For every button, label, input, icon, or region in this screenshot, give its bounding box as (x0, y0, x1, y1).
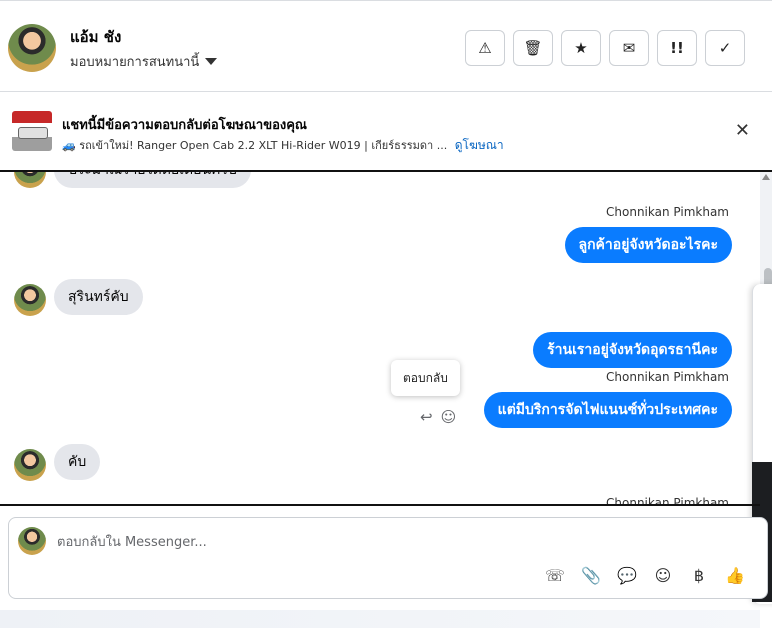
sender-name: Chonnikan Pimkham (606, 205, 729, 219)
star-icon: ★ (574, 39, 588, 57)
trash-icon: 🗑 (523, 39, 543, 57)
outgoing-message[interactable]: ลูกค้าอยู่จังหวัดอะไรคะ (564, 227, 732, 263)
assign-conversation-dropdown[interactable]: มอบหมายการสนทนานี้ (70, 51, 218, 72)
check-icon: ✓ (718, 39, 732, 57)
assign-label: มอบหมายการสนทนานี้ (70, 55, 200, 70)
reply-tooltip: ตอบกลับ (391, 360, 460, 396)
warning-icon: ⚠ (478, 39, 492, 57)
call-add-icon[interactable]: ☏ (545, 566, 565, 585)
ad-description: 🚙 รถเข้าใหม่! Ranger Open Cab 2.2 XLT Hi… (62, 136, 504, 155)
message-composer: ☏ 📎 💬 ☺ ฿ 👍 (8, 517, 768, 599)
ad-banner-title: แชทนี้มีข้อความตอบกลับต่อโฆษณาของคุณ (62, 118, 307, 133)
thread-divider (0, 504, 760, 506)
reply-icon[interactable]: ↩ (420, 408, 433, 426)
ad-reply-banner: แชทนี้มีข้อความตอบกลับต่อโฆษณาของคุณ 🚙 ร… (0, 92, 772, 172)
emoji-react-icon[interactable]: ☺ (441, 408, 457, 426)
delete-button[interactable]: 🗑 (513, 30, 553, 66)
contact-avatar-small (14, 284, 46, 316)
payment-icon[interactable]: ฿ (689, 566, 709, 585)
caret-down-icon (205, 58, 218, 65)
mark-done-button[interactable]: ✓ (705, 30, 745, 66)
outgoing-message[interactable]: แต่มีบริการจัดไฟแนนซ์ทั่วประเทศคะ (483, 392, 732, 428)
incoming-message[interactable]: สุรินทร์คับ (54, 279, 143, 315)
chat-header: แอ้ม ชัง มอบหมายการสนทนานี้ ⚠ 🗑 ★ ✉ !! ✓ (0, 0, 772, 92)
composer-toolbar: ☏ 📎 💬 ☺ ฿ 👍 (545, 566, 745, 585)
incoming-message[interactable]: คับ (54, 444, 101, 480)
outgoing-message[interactable]: ร้านเราอยู่จังหวัดอุดรธานีคะ (533, 332, 732, 368)
reply-input[interactable] (57, 530, 657, 554)
contact-avatar-small (14, 172, 46, 188)
scroll-up-arrow-icon[interactable] (762, 174, 770, 180)
contact-avatar[interactable] (8, 24, 56, 72)
message-actions: ↩ ☺ (420, 408, 456, 426)
report-spam-button[interactable]: ⚠ (465, 30, 505, 66)
sender-name: Chonnikan Pimkham (606, 370, 729, 384)
message-thread: ประมาณรายได้ต่อเดือนครับ Chonnikan Pimkh… (0, 172, 760, 505)
mark-unread-button[interactable]: ✉ (609, 30, 649, 66)
bottom-bar (0, 610, 760, 628)
attach-icon[interactable]: 📎 (581, 566, 601, 585)
double-exclamation-icon: !! (670, 39, 684, 57)
header-actions: ⚠ 🗑 ★ ✉ !! ✓ (465, 30, 745, 66)
contact-avatar-small (14, 449, 46, 481)
emoji-icon[interactable]: ☺ (653, 566, 673, 585)
envelope-open-icon: ✉ (622, 39, 636, 57)
like-icon[interactable]: 👍 (725, 566, 745, 585)
incoming-message[interactable]: ประมาณรายได้ต่อเดือนครับ (54, 172, 251, 188)
inbox-chat-window: แอ้ม ชัง มอบหมายการสนทนานี้ ⚠ 🗑 ★ ✉ !! ✓… (0, 0, 772, 628)
view-ad-link[interactable]: ดูโฆษณา (455, 138, 504, 152)
page-avatar (18, 527, 46, 555)
star-button[interactable]: ★ (561, 30, 601, 66)
mark-important-button[interactable]: !! (657, 30, 697, 66)
contact-name[interactable]: แอ้ม ชัง (70, 25, 121, 49)
saved-replies-icon[interactable]: 💬 (617, 566, 637, 585)
ad-text: 🚙 รถเข้าใหม่! Ranger Open Cab 2.2 XLT Hi… (62, 139, 448, 152)
close-icon[interactable]: ✕ (735, 122, 750, 140)
ad-thumbnail[interactable] (12, 111, 52, 151)
